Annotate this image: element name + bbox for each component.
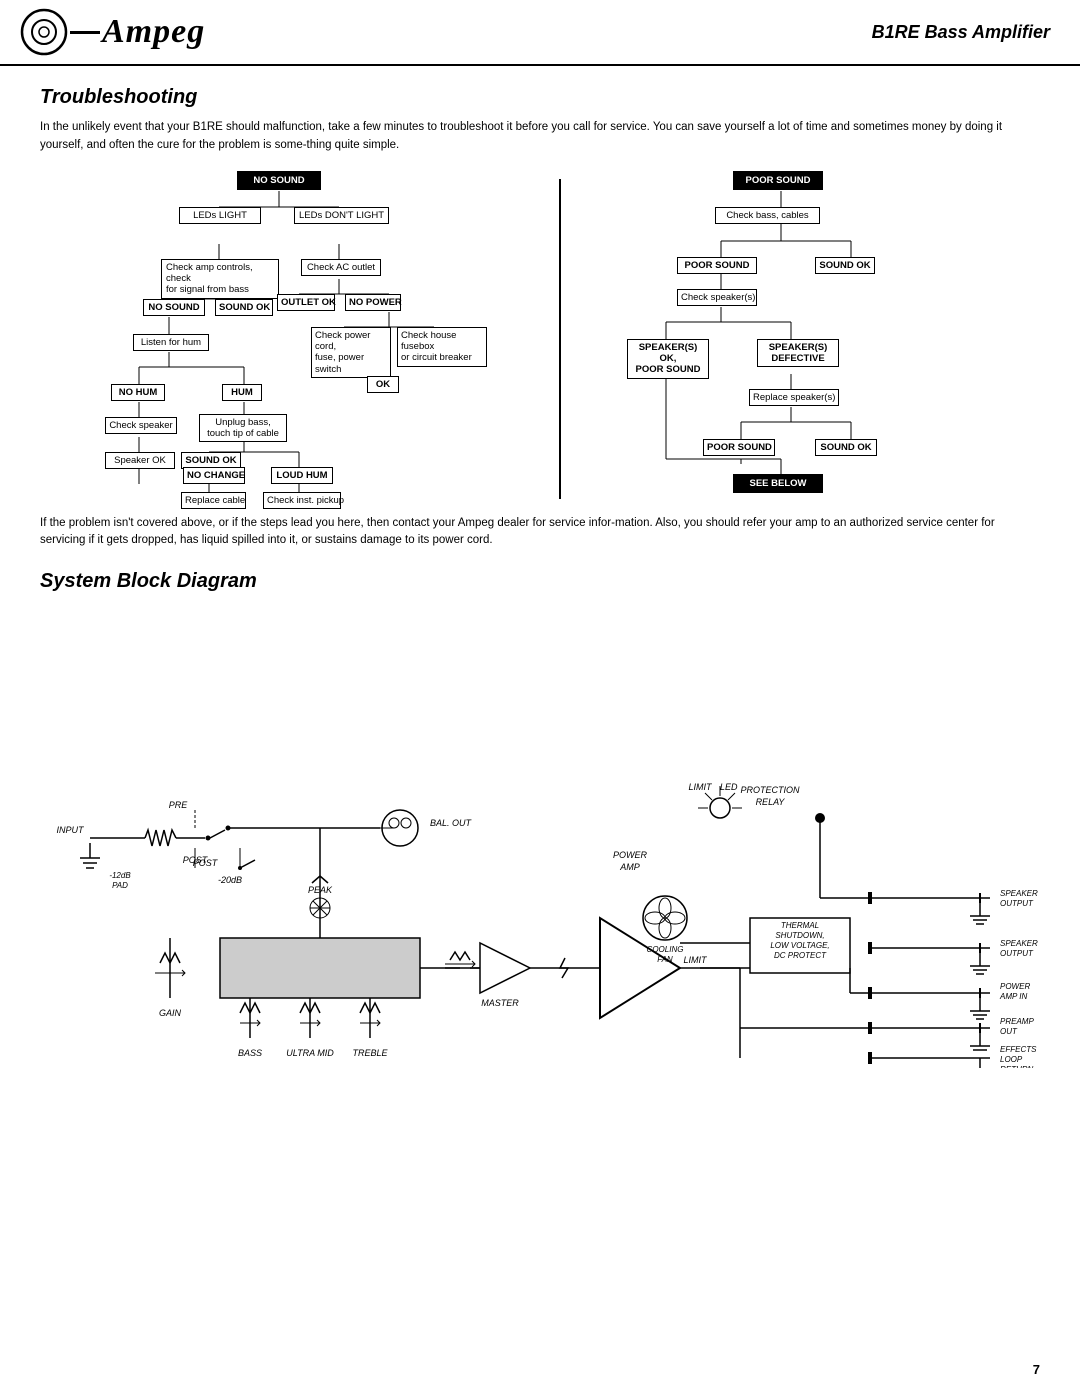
svg-text:-12dB: -12dB — [109, 871, 131, 880]
page-content: Troubleshooting In the unlikely event th… — [0, 66, 1080, 1088]
svg-text:RETURN: RETURN — [1000, 1065, 1034, 1068]
fc-speakers-ok-poor: SPEAKER(S) OK,POOR SOUND — [627, 339, 709, 379]
svg-text:EFFECTS: EFFECTS — [1000, 1045, 1037, 1054]
fc-replace-speakers: Replace speaker(s) — [749, 389, 839, 406]
svg-text:OUT: OUT — [1000, 1027, 1018, 1036]
troubleshooting-body2: If the problem isn't covered above, or i… — [40, 515, 1040, 551]
fc-no-power: NO POWER — [345, 294, 401, 311]
logo-area: Ampeg — [20, 8, 872, 56]
svg-text:MASTER: MASTER — [481, 998, 519, 1008]
fc-no-sound2: NO SOUND — [143, 299, 205, 316]
page-number: 7 — [1033, 1362, 1040, 1377]
troubleshooting-body1: In the unlikely event that your B1RE sho… — [40, 119, 1040, 155]
fc-sound-ok-right: SOUND OK — [815, 257, 875, 274]
fc-check-house: Check house fuseboxor circuit breaker — [397, 327, 487, 367]
fc-poor-sound-top: POOR SOUND — [733, 171, 823, 190]
fc-check-inst: Check inst. pickup — [263, 492, 341, 509]
block-diagram-title: System Block Diagram — [40, 570, 1040, 593]
fc-poor-sound2: POOR SOUND — [677, 257, 757, 274]
right-flowchart: POOR SOUND Check bass, cables POOR SOUND… — [571, 169, 991, 499]
fc-see-below-right: SEE BELOW — [733, 474, 823, 493]
fc-check-power: Check power cord,fuse, power switch — [311, 327, 391, 379]
fc-check-bass: Check bass, cables — [715, 207, 820, 224]
fc-sound-ok1: SOUND OK — [215, 299, 273, 316]
fc-poor-sound3: POOR SOUND — [703, 439, 775, 456]
svg-text:LOW VOLTAGE,: LOW VOLTAGE, — [770, 941, 829, 950]
svg-text:AMP IN: AMP IN — [999, 992, 1027, 1001]
fc-speaker-ok: Speaker OK — [105, 452, 175, 469]
svg-text:LED: LED — [720, 782, 738, 792]
fc-unplug-bass: Unplug bass,touch tip of cable — [199, 414, 287, 443]
svg-text:OUTPUT: OUTPUT — [1000, 949, 1034, 958]
ampeg-logo-icon — [20, 8, 68, 56]
fc-listen-hum: Listen for hum — [133, 334, 209, 351]
svg-text:PAD: PAD — [112, 881, 128, 890]
svg-text:-20dB: -20dB — [218, 875, 242, 885]
svg-text:TREBLE: TREBLE — [352, 1048, 388, 1058]
fc-no-change1: NO CHANGE — [183, 467, 245, 484]
left-flowchart: NO SOUND LEDs LIGHT LEDs DON'T LIGHT Che… — [89, 169, 549, 499]
fc-check-ac: Check AC outlet — [301, 259, 381, 276]
svg-text:FAN: FAN — [657, 955, 673, 964]
fc-sound-ok2-right: SOUND OK — [815, 439, 877, 456]
svg-text:LOOP: LOOP — [1000, 1055, 1023, 1064]
fc-loud-hum: LOUD HUM — [271, 467, 333, 484]
fc-check-amp: Check amp controls, checkfor signal from… — [161, 259, 279, 299]
svg-text:POWER: POWER — [1000, 982, 1030, 991]
svg-text:DC PROTECT: DC PROTECT — [774, 951, 827, 960]
svg-text:ULTRA MID: ULTRA MID — [286, 1048, 334, 1058]
svg-text:BASS: BASS — [238, 1048, 262, 1058]
fc-leds-light: LEDs LIGHT — [179, 207, 261, 224]
fc-replace-cable: Replace cable — [181, 492, 246, 509]
fc-hum: HUM — [222, 384, 262, 401]
troubleshooting-title: Troubleshooting — [40, 86, 1040, 109]
header-line-left — [70, 31, 100, 34]
block-diagram-svg: POST — [40, 608, 1040, 1068]
fc-leds-dont: LEDs DON'T LIGHT — [294, 207, 389, 224]
svg-text:PRE: PRE — [169, 800, 189, 810]
svg-text:SPEAKER: SPEAKER — [1000, 939, 1038, 948]
svg-text:RELAY: RELAY — [756, 797, 786, 807]
svg-text:LIMIT: LIMIT — [683, 955, 708, 965]
svg-text:BAL. OUT: BAL. OUT — [430, 818, 473, 828]
header-title: B1RE Bass Amplifier — [872, 22, 1050, 43]
svg-text:SPEAKER: SPEAKER — [1000, 889, 1038, 898]
svg-text:COOLING: COOLING — [647, 945, 684, 954]
svg-text:POWER: POWER — [613, 850, 648, 860]
ampeg-wordmark: Ampeg — [102, 13, 205, 51]
fc-outlet-ok: OUTLET OK — [277, 294, 335, 311]
fc-no-hum: NO HUM — [111, 384, 165, 401]
svg-text:INPUT: INPUT — [57, 825, 86, 835]
fc-no-sound-top: NO SOUND — [237, 171, 321, 190]
svg-text:GAIN: GAIN — [159, 1008, 182, 1018]
troubleshooting-diagrams: NO SOUND LEDs LIGHT LEDs DON'T LIGHT Che… — [40, 169, 1040, 499]
fc-speakers-defective: SPEAKER(S)DEFECTIVE — [757, 339, 839, 368]
svg-text:POST: POST — [193, 858, 219, 868]
fc-check-speaker: Check speaker — [105, 417, 177, 434]
svg-text:PROTECTION: PROTECTION — [740, 785, 800, 795]
diagram-divider — [559, 179, 561, 499]
svg-text:SHUTDOWN,: SHUTDOWN, — [775, 931, 824, 940]
svg-text:AMP: AMP — [619, 862, 640, 872]
svg-text:PEAK: PEAK — [308, 885, 333, 895]
header: Ampeg B1RE Bass Amplifier — [0, 0, 1080, 66]
svg-text:THERMAL: THERMAL — [781, 921, 819, 930]
svg-text:OUTPUT: OUTPUT — [1000, 899, 1034, 908]
block-diagram-container: POST — [40, 608, 1040, 1068]
svg-text:LIMIT: LIMIT — [688, 782, 713, 792]
fc-ok: OK — [367, 376, 399, 393]
fc-check-speakers: Check speaker(s) — [677, 289, 757, 306]
svg-text:PREAMP: PREAMP — [1000, 1017, 1034, 1026]
